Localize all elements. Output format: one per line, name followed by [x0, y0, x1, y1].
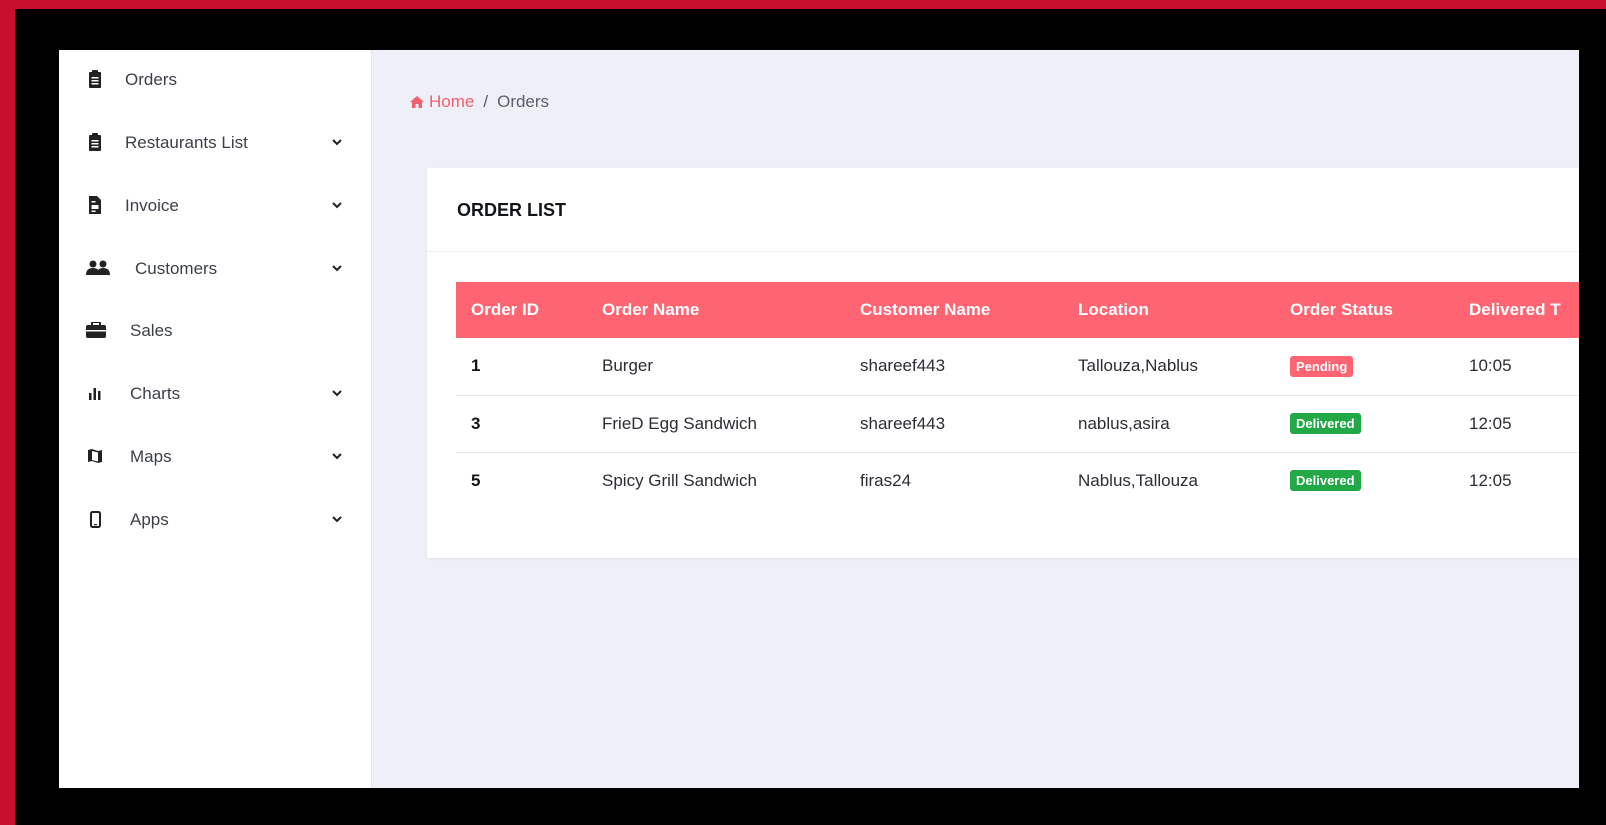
- breadcrumb: Home / Orders: [410, 92, 549, 112]
- map-icon: [86, 447, 104, 465]
- order-list-card: ORDER LIST Order ID Order Name Customer …: [427, 168, 1579, 558]
- sidebar-item-label: Customers: [135, 259, 218, 278]
- sidebar-item-maps[interactable]: Maps: [59, 436, 371, 476]
- chevron-down-icon: [332, 453, 342, 460]
- clipboard-icon: [86, 133, 104, 151]
- sidebar-item-label: Apps: [130, 510, 169, 529]
- card-divider: [427, 251, 1579, 252]
- breadcrumb-home-link[interactable]: Home: [410, 92, 474, 112]
- column-header-customer-name[interactable]: Customer Name: [845, 282, 1063, 338]
- status-badge: Delivered: [1290, 470, 1361, 492]
- sidebar-item-customers[interactable]: Customers: [59, 248, 371, 288]
- cell-location: Nablus,Tallouza: [1078, 470, 1199, 490]
- column-header-order-id[interactable]: Order ID: [456, 282, 587, 338]
- home-icon: [410, 96, 424, 108]
- cell-order-name: Spicy Grill Sandwich: [602, 470, 757, 490]
- chevron-down-icon: [332, 265, 342, 272]
- status-badge: Pending: [1290, 355, 1354, 377]
- chevron-down-icon: [332, 390, 342, 397]
- cell-order-name: FrieD Egg Sandwich: [602, 413, 757, 433]
- cell-order-status: Delivered: [1275, 452, 1454, 509]
- table-row[interactable]: 5 Spicy Grill Sandwich firas24 Nablus,Ta…: [456, 452, 1579, 509]
- mobile-icon: [86, 510, 104, 528]
- column-header-order-name[interactable]: Order Name: [587, 282, 845, 338]
- cell-location: Tallouza,Nablus: [1078, 356, 1199, 376]
- sidebar-item-orders[interactable]: Orders: [59, 59, 371, 99]
- sidebar-item-sales[interactable]: Sales: [59, 310, 371, 350]
- column-header-location[interactable]: Location: [1063, 282, 1275, 338]
- status-badge: Delivered: [1290, 413, 1361, 434]
- cell-location: nablus,asira: [1078, 413, 1170, 433]
- sidebar-item-label: Restaurants List: [125, 133, 248, 152]
- cell-delivered-time: 10:05: [1469, 356, 1512, 376]
- users-icon: [86, 259, 110, 277]
- chevron-down-icon: [332, 202, 342, 209]
- column-header-order-status[interactable]: Order Status: [1275, 282, 1454, 338]
- sidebar-item-invoice[interactable]: Invoice: [59, 185, 371, 225]
- cell-order-name: Burger: [602, 356, 654, 376]
- orders-table-wrapper: Order ID Order Name Customer Name Locati…: [456, 282, 1579, 509]
- clipboard-icon: [86, 70, 104, 88]
- sidebar: Orders Restaurants List Invoice Customer…: [59, 50, 372, 788]
- cell-delivered-time: 12:05: [1469, 470, 1512, 490]
- orders-table: Order ID Order Name Customer Name Locati…: [456, 282, 1579, 509]
- table-header-row: Order ID Order Name Customer Name Locati…: [456, 282, 1579, 338]
- table-row[interactable]: 3 FrieD Egg Sandwich shareef443 nablus,a…: [456, 395, 1579, 452]
- card-title: ORDER LIST: [457, 200, 567, 220]
- chevron-down-icon: [332, 139, 342, 146]
- column-header-delivered-time[interactable]: Delivered T: [1454, 282, 1579, 338]
- sidebar-item-label: Orders: [125, 70, 177, 89]
- cell-order-status: Delivered: [1275, 395, 1454, 452]
- sidebar-item-apps[interactable]: Apps: [59, 499, 371, 539]
- main-content: Home / Orders ORDER LIST Order ID Order …: [372, 50, 1579, 788]
- sidebar-item-label: Sales: [130, 321, 173, 340]
- table-row[interactable]: 1 Burger shareef443 Tallouza,Nablus Pend…: [456, 338, 1579, 395]
- chevron-down-icon: [332, 516, 342, 523]
- cell-customer-name: shareef443: [860, 413, 946, 433]
- sidebar-item-label: Invoice: [125, 196, 179, 215]
- briefcase-icon: [86, 321, 106, 339]
- cell-order-id: 3: [471, 413, 481, 433]
- cell-customer-name: shareef443: [860, 356, 946, 376]
- cell-order-id: 5: [471, 470, 481, 490]
- bar-chart-icon: [86, 384, 104, 402]
- file-invoice-icon: [86, 196, 104, 214]
- cell-customer-name: firas24: [860, 470, 912, 490]
- cell-order-status: Pending: [1275, 338, 1454, 395]
- breadcrumb-separator: /: [483, 92, 489, 111]
- cell-delivered-time: 12:05: [1469, 413, 1512, 433]
- sidebar-item-label: Charts: [130, 384, 181, 403]
- cell-order-id: 1: [471, 356, 481, 376]
- sidebar-item-restaurants-list[interactable]: Restaurants List: [59, 122, 371, 162]
- breadcrumb-home-label: Home: [429, 92, 475, 111]
- breadcrumb-current: Orders: [497, 92, 550, 111]
- sidebar-item-label: Maps: [130, 447, 172, 466]
- sidebar-item-charts[interactable]: Charts: [59, 373, 371, 413]
